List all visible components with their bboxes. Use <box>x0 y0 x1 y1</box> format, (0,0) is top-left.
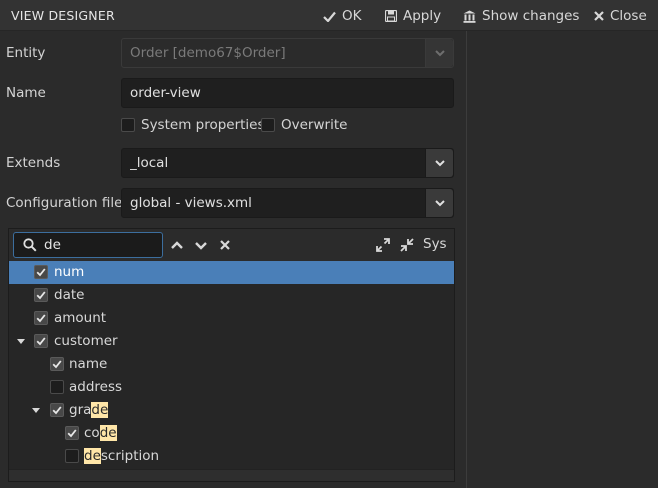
tree-row-label: address <box>69 379 123 395</box>
extends-select[interactable]: _local <box>121 148 454 178</box>
entity-value: Order [demo67$Order] <box>130 45 286 61</box>
system-properties-label: System properties <box>141 117 265 133</box>
tree-row[interactable]: address <box>9 376 454 399</box>
tree-search-box[interactable] <box>13 232 163 258</box>
apply-button-label: Apply <box>403 8 442 24</box>
tree-row[interactable]: name <box>9 353 454 376</box>
tree-row-label: description <box>84 448 160 464</box>
tree-row-checkbox[interactable] <box>34 334 48 348</box>
tree-row-checkbox[interactable] <box>65 449 79 463</box>
name-field[interactable]: order-view <box>121 78 454 108</box>
tree-row[interactable]: code <box>9 422 454 445</box>
check-icon <box>52 406 62 415</box>
tree-row-checkbox[interactable] <box>50 380 64 394</box>
tree-row[interactable]: date <box>9 284 454 307</box>
ok-button-label: OK <box>342 8 362 24</box>
property-tree-panel: Sys num date amount customer name address grad… <box>8 228 455 482</box>
tree-row-label: amount <box>54 310 107 326</box>
tree-row-label: grade <box>69 402 109 418</box>
check-icon <box>52 360 62 369</box>
tree-row-label: name <box>69 356 108 372</box>
horizontal-scrollbar[interactable] <box>9 469 454 481</box>
entity-field: Order [demo67$Order] <box>121 38 454 68</box>
config-file-label: Configuration file <box>6 195 123 211</box>
search-icon <box>23 238 37 252</box>
sys-toggle-button[interactable]: Sys <box>423 236 447 252</box>
tree-row-checkbox[interactable] <box>50 403 64 417</box>
chevron-down-icon <box>434 199 445 206</box>
tree-row[interactable]: amount <box>9 307 454 330</box>
entity-dropdown-button <box>425 39 453 67</box>
close-icon <box>594 11 604 21</box>
search-match-highlight: de <box>99 425 117 441</box>
collapse-all-icon[interactable] <box>399 237 415 253</box>
expand-all-icon[interactable] <box>375 237 391 253</box>
name-label: Name <box>6 85 46 101</box>
name-value: order-view <box>130 85 201 101</box>
extends-label: Extends <box>6 155 61 171</box>
close-button[interactable]: Close <box>594 6 647 26</box>
show-changes-button-label: Show changes <box>482 8 580 24</box>
bank-icon <box>463 10 476 23</box>
tree-row-checkbox[interactable] <box>34 288 48 302</box>
tree-row[interactable]: customer <box>9 330 454 353</box>
tree-row[interactable]: num <box>9 261 454 284</box>
tree-row-label: code <box>84 425 117 441</box>
title-bar: VIEW DESIGNER OK Apply Show changes Clos… <box>0 0 658 31</box>
check-icon <box>36 337 46 346</box>
chevron-down-icon <box>434 159 445 166</box>
check-icon <box>36 268 46 277</box>
config-file-value: global - views.xml <box>130 195 252 211</box>
check-icon <box>36 314 46 323</box>
tree-row-checkbox[interactable] <box>34 311 48 325</box>
clear-search-icon[interactable] <box>217 237 233 253</box>
check-icon <box>323 11 336 22</box>
save-icon <box>385 10 397 22</box>
extends-value: _local <box>130 155 169 171</box>
check-icon <box>67 429 77 438</box>
tree-row[interactable]: description <box>9 445 454 468</box>
chevron-down-icon <box>434 49 445 56</box>
config-file-dropdown-button[interactable] <box>425 189 453 217</box>
tree-row-label: num <box>54 264 85 280</box>
tree-search-input[interactable] <box>44 235 158 255</box>
expand-arrow-icon[interactable] <box>16 337 26 347</box>
tree-row[interactable]: grade <box>9 399 454 422</box>
close-button-label: Close <box>610 8 647 24</box>
tree-toolbar: Sys <box>9 229 454 261</box>
check-icon <box>36 291 46 300</box>
system-properties-checkbox[interactable]: System properties <box>121 117 265 133</box>
entity-label: Entity <box>6 45 46 61</box>
overwrite-checkbox[interactable]: Overwrite <box>261 117 347 133</box>
overwrite-label: Overwrite <box>281 117 348 133</box>
show-changes-button[interactable]: Show changes <box>463 6 579 26</box>
extends-dropdown-button[interactable] <box>425 149 453 177</box>
overwrite-box[interactable] <box>261 118 275 132</box>
tree-row-label: date <box>54 287 85 303</box>
apply-button[interactable]: Apply <box>385 6 441 26</box>
preview-panel <box>466 31 658 488</box>
search-match-highlight: de <box>84 448 101 464</box>
tree-rows: num date amount customer name address grade cod… <box>9 261 454 481</box>
ok-button[interactable]: OK <box>323 6 361 26</box>
tree-row-checkbox[interactable] <box>34 265 48 279</box>
search-match-highlight: de <box>91 402 109 418</box>
chevron-up-icon[interactable] <box>169 237 185 253</box>
config-file-select[interactable]: global - views.xml <box>121 188 454 218</box>
system-properties-box[interactable] <box>121 118 135 132</box>
expand-arrow-icon[interactable] <box>31 406 41 416</box>
chevron-down-icon[interactable] <box>193 237 209 253</box>
tree-row-checkbox[interactable] <box>65 426 79 440</box>
tree-row-label: customer <box>54 333 118 349</box>
window-title: VIEW DESIGNER <box>11 8 115 23</box>
tree-row-checkbox[interactable] <box>50 357 64 371</box>
